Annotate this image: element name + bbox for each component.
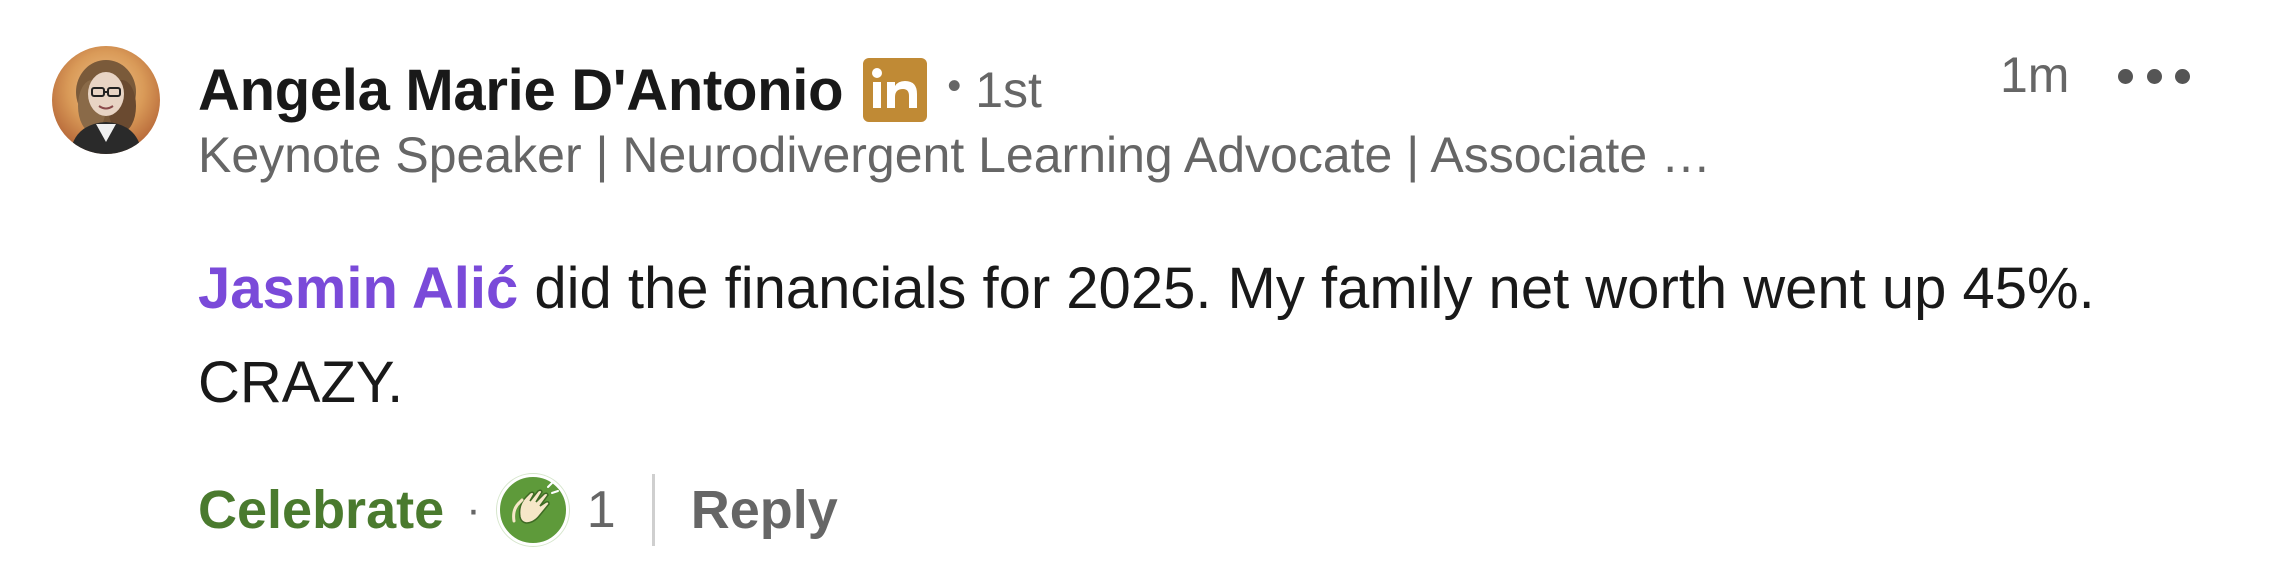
- author-row: Angela Marie D'Antonio • 1st: [198, 54, 1042, 126]
- ellipsis-dot: [2175, 68, 2190, 84]
- reaction-count[interactable]: 1: [587, 480, 616, 540]
- comment-actions: Celebrate · 1 Reply: [198, 470, 838, 550]
- author-headline: Keynote Speaker | Neurodivergent Learnin…: [198, 127, 1712, 183]
- comment-timestamp: 1m: [2000, 47, 2070, 103]
- reply-button[interactable]: Reply: [691, 479, 838, 541]
- author-avatar[interactable]: [52, 46, 160, 154]
- linkedin-icon: [863, 58, 928, 122]
- connection-degree-label: 1st: [975, 62, 1042, 118]
- celebrate-button[interactable]: Celebrate: [198, 479, 444, 541]
- celebrate-clapping-hands-icon[interactable]: [496, 474, 569, 546]
- mention-link[interactable]: Jasmin Alić: [198, 256, 518, 321]
- author-name[interactable]: Angela Marie D'Antonio: [198, 57, 844, 124]
- more-options-button[interactable]: [2118, 56, 2190, 96]
- profile-photo: [70, 60, 142, 154]
- comment-item: Angela Marie D'Antonio • 1st 1m Keynote …: [0, 0, 2284, 566]
- ellipsis-icon: [2118, 68, 2133, 84]
- comment-body: Jasmin Alić did the financials for 2025.…: [198, 242, 2218, 430]
- connection-degree: • 1st: [947, 62, 1042, 118]
- action-separator: ·: [466, 485, 481, 534]
- action-divider: [651, 474, 655, 546]
- ellipsis-dot: [2146, 68, 2162, 84]
